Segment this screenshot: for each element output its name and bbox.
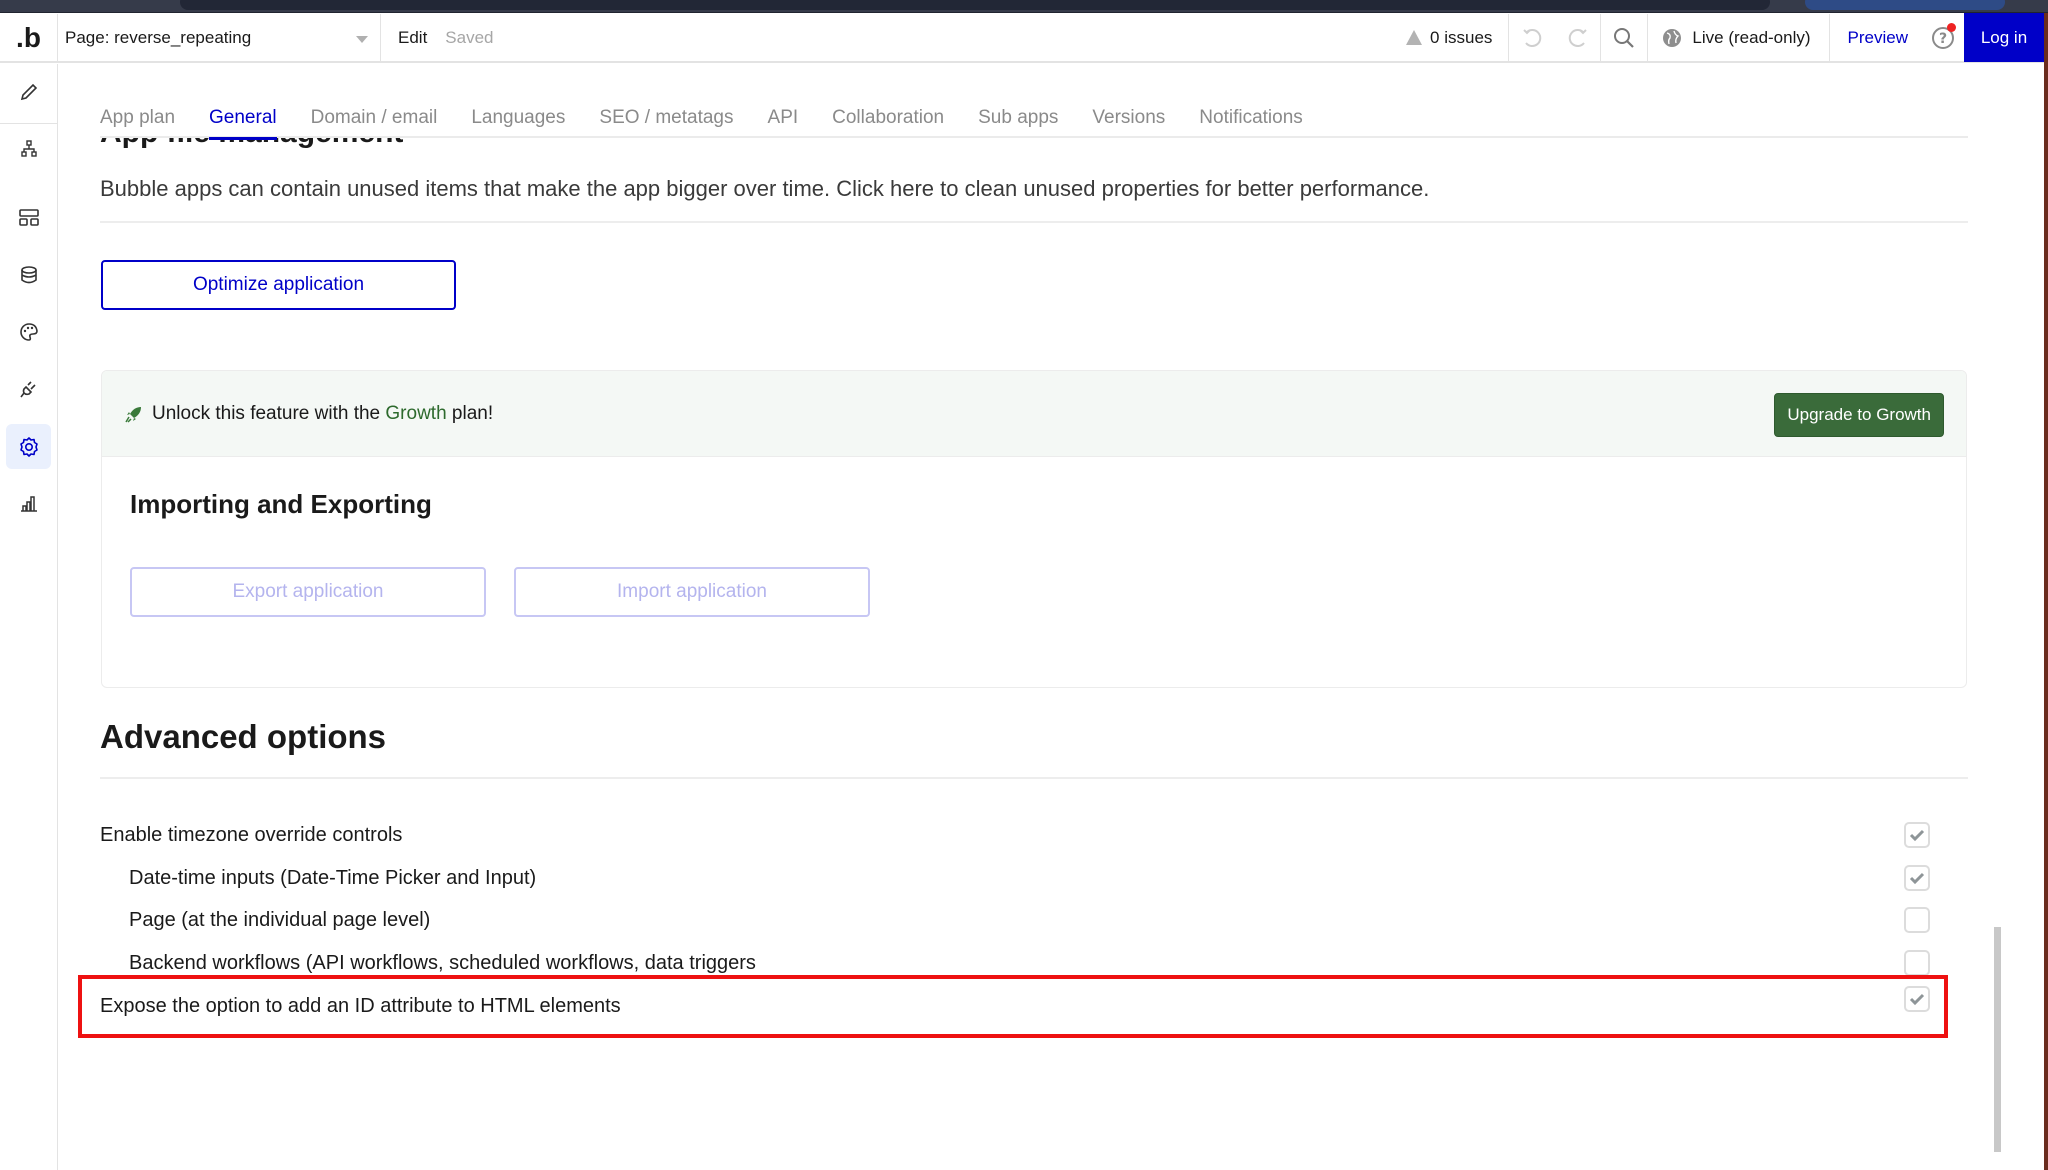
pencil-icon (19, 82, 39, 102)
import-application-button[interactable]: Import application (514, 567, 870, 617)
option-label: Backend workflows (API workflows, schedu… (129, 952, 756, 975)
option-label: Expose the option to add an ID attribute… (100, 995, 621, 1018)
option-row-datetime-inputs: Date-time inputs (Date-Time Picker and I… (100, 860, 1930, 896)
tab-general[interactable]: General (209, 100, 277, 136)
edit-menu[interactable]: Edit (398, 28, 427, 48)
tab-versions[interactable]: Versions (1092, 100, 1165, 136)
save-status: Saved (445, 28, 493, 48)
settings-tabs: App plan General Domain / email Language… (100, 100, 1968, 138)
divider (100, 777, 1968, 779)
bubble-logo[interactable]: .b (0, 14, 58, 61)
rocket-icon (124, 404, 144, 424)
section-heading-file-management: App file management (100, 138, 700, 156)
editor-sidebar (0, 64, 58, 1170)
hierarchy-icon (19, 139, 39, 159)
timezone-override-checkbox[interactable] (1904, 822, 1930, 848)
option-label: Date-time inputs (Date-Time Picker and I… (129, 867, 536, 890)
layout-icon (18, 208, 40, 228)
tab-sub-apps[interactable]: Sub apps (978, 100, 1058, 136)
option-label: Page (at the individual page level) (129, 909, 430, 932)
growth-upsell-panel: Unlock this feature with the Growth plan… (101, 370, 1967, 688)
option-row-backend-workflows: Backend workflows (API workflows, schedu… (100, 945, 1930, 981)
checkmark-icon (1909, 828, 1925, 842)
tab-notifications[interactable]: Notifications (1199, 100, 1303, 136)
issues-button[interactable]: 0 issues (1406, 14, 1509, 61)
sidebar-item-data[interactable] (6, 252, 51, 297)
undo-icon (1521, 27, 1543, 49)
search-button[interactable] (1601, 14, 1647, 61)
bar-chart-icon (19, 494, 39, 514)
editor-topbar: .b Page: reverse_repeating Edit Saved 0 … (0, 14, 2044, 63)
backend-workflows-checkbox[interactable] (1904, 950, 1930, 976)
sidebar-item-styles[interactable] (6, 309, 51, 354)
sidebar-item-design[interactable] (6, 69, 51, 114)
gear-icon (18, 436, 40, 458)
sidebar-item-elements[interactable] (6, 195, 51, 240)
checkmark-icon (1909, 871, 1925, 885)
preview-button[interactable]: Preview (1830, 28, 1922, 48)
undo-button[interactable] (1509, 14, 1555, 61)
svg-text:?: ? (1939, 31, 1947, 47)
expose-id-attribute-checkbox[interactable] (1904, 986, 1930, 1012)
redo-icon (1567, 27, 1589, 49)
page-selector-label: Page: reverse_repeating (65, 28, 251, 48)
browser-chrome (0, 0, 2048, 13)
warning-icon (1406, 30, 1422, 45)
scrollbar[interactable] (1994, 927, 2001, 1152)
optimize-application-button[interactable]: Optimize application (101, 260, 456, 310)
login-button[interactable]: Log in (1964, 13, 2044, 62)
search-icon (1612, 26, 1636, 50)
tab-languages[interactable]: Languages (471, 100, 565, 136)
live-version-selector[interactable]: Live (read-only) (1647, 14, 1829, 61)
upgrade-to-growth-button[interactable]: Upgrade to Growth (1774, 393, 1944, 437)
import-export-title: Importing and Exporting (130, 489, 432, 520)
checkmark-icon (1909, 992, 1925, 1006)
page-selector[interactable]: Page: reverse_repeating (58, 14, 381, 61)
export-application-button[interactable]: Export application (130, 567, 486, 617)
sidebar-item-workflow[interactable] (6, 126, 51, 171)
option-row-expose-id-attribute: Expose the option to add an ID attribute… (100, 988, 1930, 1024)
issues-count: 0 issues (1430, 28, 1492, 48)
browser-button[interactable] (1805, 0, 2005, 10)
plan-name: Growth (385, 403, 446, 424)
window-edge (2044, 13, 2048, 1170)
upsell-banner: Unlock this feature with the Growth plan… (102, 371, 1966, 457)
option-row-timezone-override: Enable timezone override controls (100, 817, 1930, 853)
redo-button[interactable] (1555, 14, 1601, 61)
sidebar-divider (0, 123, 58, 124)
palette-icon (19, 322, 39, 342)
datetime-inputs-checkbox[interactable] (1904, 865, 1930, 891)
live-label: Live (read-only) (1692, 28, 1810, 48)
tab-domain-email[interactable]: Domain / email (311, 100, 438, 136)
database-icon (19, 265, 39, 285)
upsell-message: Unlock this feature with the Growth plan… (152, 403, 493, 425)
sidebar-item-plugins[interactable] (6, 366, 51, 411)
sidebar-item-settings[interactable] (6, 424, 51, 469)
page-level-checkbox[interactable] (1904, 907, 1930, 933)
sidebar-item-logs[interactable] (6, 481, 51, 526)
option-label: Enable timezone override controls (100, 824, 402, 847)
tab-app-plan[interactable]: App plan (100, 100, 175, 136)
globe-icon (1662, 28, 1682, 48)
chevron-down-icon (356, 36, 368, 43)
notification-dot (1947, 23, 1956, 32)
tab-collaboration[interactable]: Collaboration (832, 100, 944, 136)
option-row-page-level: Page (at the individual page level) (100, 902, 1930, 938)
divider (100, 221, 1968, 223)
advanced-options-title: Advanced options (100, 718, 386, 756)
file-management-description: Bubble apps can contain unused items tha… (100, 176, 1429, 202)
browser-address-bar[interactable] (180, 0, 1770, 10)
plug-icon (19, 379, 39, 399)
tab-api[interactable]: API (768, 100, 799, 136)
help-button[interactable]: ? (1922, 14, 1964, 61)
tab-seo-metatags[interactable]: SEO / metatags (599, 100, 733, 136)
